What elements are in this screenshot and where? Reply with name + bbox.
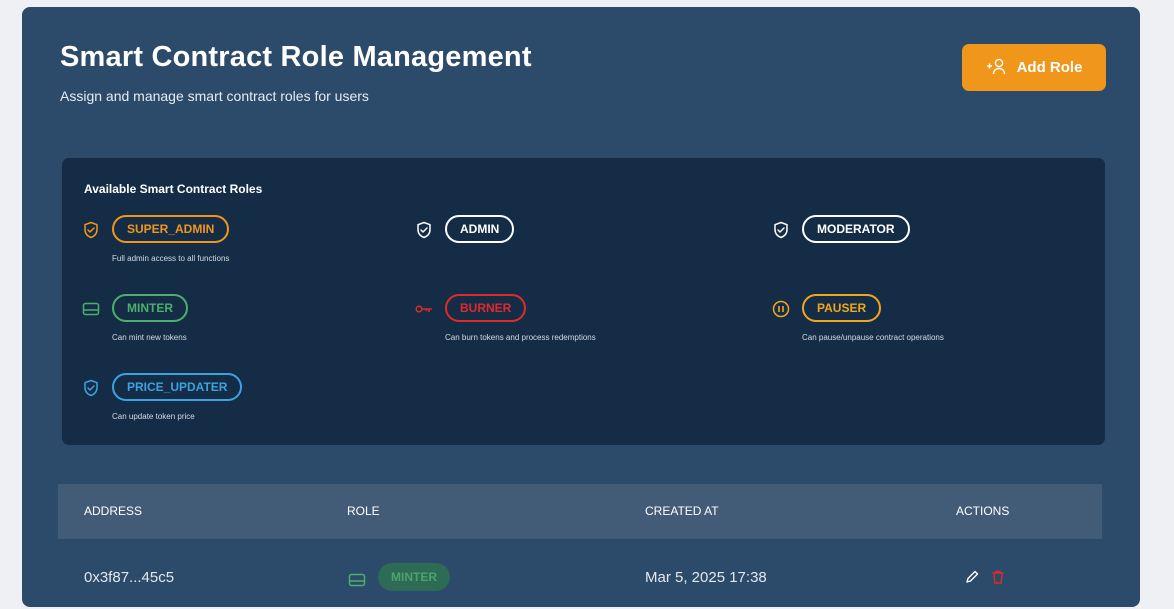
address-cell: 0x3f87...45c5: [84, 569, 175, 586]
page-title: Smart Contract Role Management: [60, 41, 532, 73]
role-badge: MINTER: [112, 294, 188, 322]
role-description: Can mint new tokens: [112, 333, 187, 342]
column-header-address: ADDRESS: [84, 504, 143, 518]
role-badge: MINTER: [378, 563, 450, 591]
shield-check-icon: [82, 379, 100, 397]
main-panel: Smart Contract Role Management Assign an…: [22, 7, 1140, 607]
column-header-actions: ACTIONS: [956, 504, 1010, 518]
key-icon: [415, 300, 433, 318]
role-description: Can burn tokens and process redemptions: [445, 333, 596, 342]
role-description: Full admin access to all functions: [112, 254, 230, 263]
shield-check-icon: [415, 221, 433, 239]
column-header-created-at: CREATED AT: [645, 504, 719, 518]
shield-check-icon: [772, 221, 790, 239]
card-icon: [82, 300, 100, 318]
edit-icon[interactable]: [964, 569, 980, 585]
role-badge: MODERATOR: [802, 215, 910, 243]
table-header: ADDRESS ROLE CREATED AT ACTIONS: [58, 484, 1102, 539]
created-at-cell: Mar 5, 2025 17:38: [645, 569, 767, 586]
role-badge: PAUSER: [802, 294, 882, 322]
available-roles-card: Available Smart Contract Roles SUPER_ADM…: [62, 158, 1105, 445]
role-badge: PRICE_UPDATER: [112, 373, 243, 401]
role-badge: ADMIN: [445, 215, 515, 243]
shield-check-icon: [82, 221, 100, 239]
role-description: Can pause/unpause contract operations: [802, 333, 944, 342]
table-row: 0x3f87...45c5 MINTER Mar 5, 2025 17:38: [58, 539, 1102, 609]
roles-card-heading: Available Smart Contract Roles: [84, 182, 263, 196]
role-badge: BURNER: [445, 294, 527, 322]
delete-icon[interactable]: [990, 569, 1006, 585]
card-icon: [348, 571, 366, 589]
column-header-role: ROLE: [347, 504, 380, 518]
add-user-icon: [986, 57, 1008, 79]
add-role-label: Add Role: [1016, 59, 1083, 76]
pause-circle-icon: [772, 300, 790, 318]
add-role-button[interactable]: Add Role: [962, 44, 1106, 91]
page-subtitle: Assign and manage smart contract roles f…: [60, 88, 369, 104]
role-description: Can update token price: [112, 412, 195, 421]
role-badge: SUPER_ADMIN: [112, 215, 230, 243]
